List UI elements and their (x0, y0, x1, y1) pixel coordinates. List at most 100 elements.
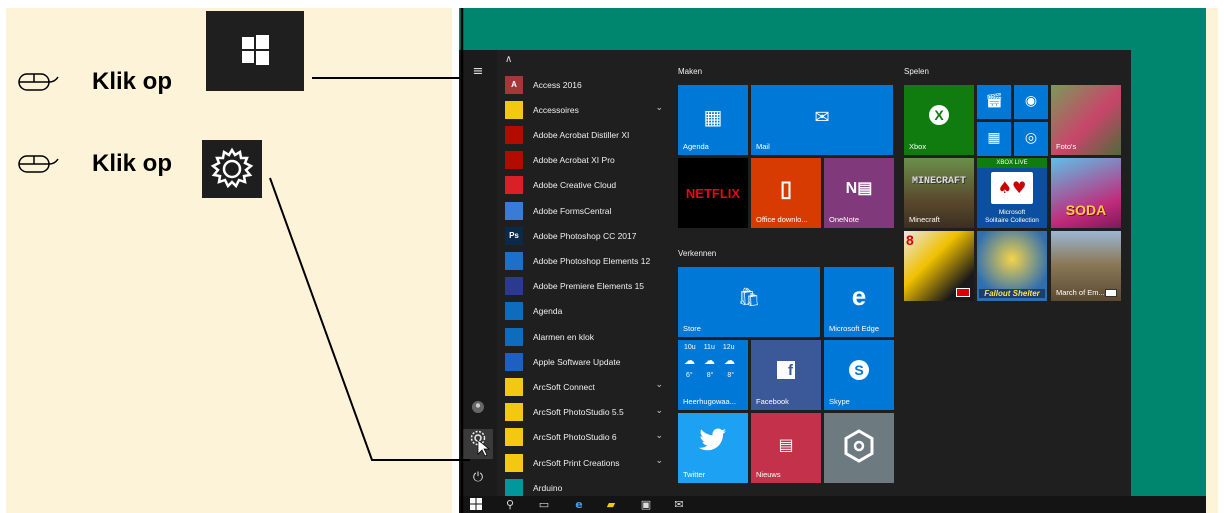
tile-fallout-shelter[interactable]: Fallout Shelter (977, 231, 1047, 301)
tile-xbox-label: Xbox (909, 142, 927, 151)
tile-skype[interactable]: S Skype (824, 340, 894, 410)
app-list-item[interactable]: ArcSoft PhotoStudio 5.5 ⌄ (505, 400, 675, 425)
windows-start-icon[interactable] (469, 498, 483, 511)
weather-hour: 12u (722, 344, 735, 351)
app-list-item[interactable]: Adobe FormsCentral (505, 198, 675, 223)
app-name: Adobe Photoshop Elements 12 (533, 255, 651, 266)
app-name: Adobe Acrobat XI Pro (533, 155, 615, 166)
app-list-item[interactable]: Adobe Creative Cloud (505, 173, 675, 198)
app-list-item[interactable]: Agenda (505, 299, 675, 324)
hamburger-menu-icon[interactable]: ≡ (468, 62, 488, 82)
tile-march-of-empires[interactable]: March of Em... (1051, 231, 1121, 301)
chevron-down-icon[interactable]: ⌄ (655, 380, 663, 390)
office-icon: ▯ (779, 176, 793, 201)
tile-pdf[interactable] (824, 413, 894, 483)
file-explorer-icon[interactable]: ▰ (604, 498, 618, 511)
tile-march-label: March of Em... (1056, 288, 1105, 297)
edge-icon[interactable]: e (572, 498, 586, 511)
tile-solitaire[interactable]: XBOX LIVE ♠♥ Microsoft Solitaire Collect… (977, 158, 1047, 228)
user-avatar-icon[interactable] (468, 400, 488, 420)
tile-store-label: Store (683, 324, 701, 333)
app-list-item[interactable]: Adobe Acrobat XI Pro (505, 148, 675, 173)
news-icon: ▤ (778, 435, 794, 454)
app-name: Adobe Photoshop CC 2017 (533, 230, 637, 241)
tile-agenda[interactable]: ▦ Agenda (678, 85, 748, 155)
tile-twitter-label: Twitter (683, 470, 706, 479)
tile-candy-crush-soda[interactable]: SODA (1051, 158, 1121, 228)
app-list-item[interactable]: Adobe Premiere Elements 15 (505, 274, 675, 299)
app-list-item[interactable]: A Access 2016 (505, 72, 675, 97)
task-view-icon[interactable]: ▭ (537, 498, 551, 511)
app-icon: A (505, 75, 523, 94)
app-name: Accessoires (533, 104, 579, 115)
app-list-item[interactable]: Ps Adobe Photoshop CC 2017 (505, 223, 675, 248)
netflix-logo: NETFLIX (685, 186, 741, 201)
skype-icon: S (824, 360, 894, 380)
app-list-item[interactable]: Accessoires ⌄ (505, 97, 675, 122)
group-heading-spelen: Spelen (904, 67, 929, 76)
collapse-arrow-icon[interactable]: ∧ (505, 54, 512, 65)
tile-weather-label: Heerhugowaa... (683, 397, 736, 406)
settings-gear-icon[interactable] (463, 429, 493, 459)
app-name: ArcSoft Connect (533, 381, 595, 392)
store-bag-icon: 🛍︎ (737, 287, 761, 308)
twitter-bird-icon (678, 427, 748, 457)
film-clapper-icon: 🎬︎ (985, 93, 1003, 109)
tile-minecraft[interactable]: MINECRAFT Minecraft (904, 158, 974, 228)
step-1-label: Klik op (92, 68, 173, 95)
start-menu-nav-rail: ≡ ⏻ (459, 50, 497, 496)
tile-camera[interactable]: ◎ (1014, 122, 1048, 156)
chevron-down-icon[interactable]: ⌄ (655, 456, 663, 466)
tile-fotos[interactable]: Foto's (1051, 85, 1121, 155)
tile-groove[interactable]: ◉ (1014, 85, 1048, 119)
tile-onenote-label: OneNote (829, 215, 860, 224)
tile-solitaire-label-line2: Solitaire Collection (985, 217, 1039, 224)
app-list-item[interactable]: ArcSoft Connect ⌄ (505, 374, 675, 399)
tile-weather[interactable]: 10u 11u 12u ☁ ☁ ☁ 6° 8° 8° Heerhugowaa... (678, 340, 748, 410)
app-name: ArcSoft PhotoStudio 6 (533, 432, 617, 443)
tile-films[interactable]: 🎬︎ (977, 85, 1011, 119)
tile-store[interactable]: 🛍︎ Store (678, 267, 820, 337)
app-name: Adobe Creative Cloud (533, 180, 617, 191)
app-icon (505, 277, 523, 296)
app-icon (505, 151, 523, 170)
tile-mail[interactable]: ✉ Mail (751, 85, 893, 155)
gear-icon (202, 140, 262, 198)
soda-logo: SODA (1065, 202, 1107, 218)
store-icon[interactable]: ▣ (639, 498, 653, 511)
cloud-sun-icon: ☁ (724, 354, 735, 367)
app-name: Adobe Acrobat Distiller XI (533, 129, 630, 140)
mail-icon[interactable]: ✉ (672, 498, 686, 511)
tile-twitter[interactable]: Twitter (678, 413, 748, 483)
app-list-item[interactable]: Adobe Acrobat Distiller XI (505, 122, 675, 147)
tile-onenote[interactable]: N▤ OneNote (824, 158, 894, 228)
app-icon (505, 125, 523, 144)
power-icon[interactable]: ⏻ (468, 468, 488, 488)
app-list-item[interactable]: ArcSoft Print Creations ⌄ (505, 450, 675, 475)
asphalt-8-logo: 8 (906, 232, 914, 248)
tile-xbox[interactable]: X Xbox (904, 85, 974, 155)
app-icon (505, 251, 523, 270)
chevron-down-icon[interactable]: ⌄ (655, 103, 663, 113)
app-list-item[interactable]: Alarmen en klok (505, 324, 675, 349)
chevron-down-icon[interactable]: ⌄ (655, 431, 663, 441)
app-icon (505, 176, 523, 195)
app-list-item[interactable]: Apple Software Update (505, 349, 675, 374)
app-icon (505, 352, 523, 371)
chevron-down-icon[interactable]: ⌄ (655, 406, 663, 416)
instruction-step-1: Klik op (18, 68, 172, 96)
app-list-item[interactable]: Adobe Photoshop Elements 12 (505, 248, 675, 273)
app-list-item[interactable]: ArcSoft PhotoStudio 6 ⌄ (505, 425, 675, 450)
tile-edge[interactable]: e Microsoft Edge (824, 267, 894, 337)
hexagon-icon (824, 429, 894, 467)
tile-skype-label: Skype (829, 397, 850, 406)
tile-nieuws[interactable]: ▤ Nieuws (751, 413, 821, 483)
tile-asphalt[interactable]: 8 (904, 231, 974, 301)
tile-facebook[interactable]: f Facebook (751, 340, 821, 410)
search-icon[interactable]: ⚲ (503, 498, 517, 511)
tile-calculator[interactable]: ▦ (977, 122, 1011, 156)
tile-office[interactable]: ▯ Office downlo... (751, 158, 821, 228)
tile-netflix[interactable]: NETFLIX (678, 158, 748, 228)
minecraft-logo: MINECRAFT (911, 176, 966, 187)
edge-icon: e (851, 281, 867, 311)
